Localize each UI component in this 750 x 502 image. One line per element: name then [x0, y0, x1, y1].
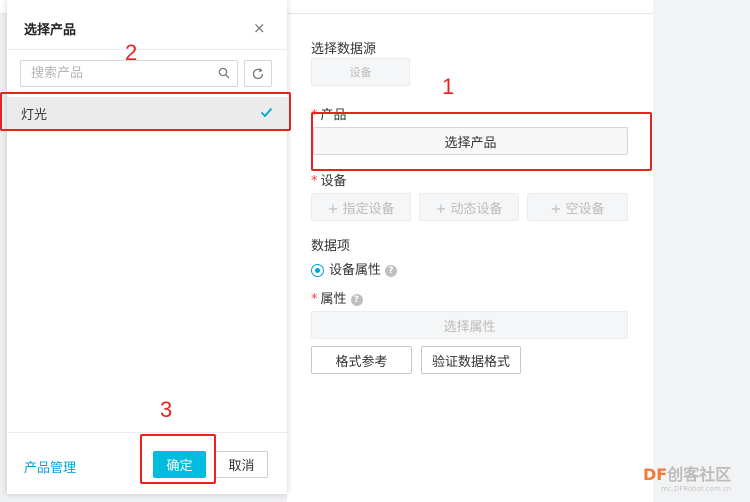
dynamic-device-button[interactable]: + 动态设备: [419, 193, 519, 221]
select-product-dialog: 选择产品 × 灯光 产品管理 确定 取消: [7, 0, 287, 494]
dfrobot-watermark: DF创客社区 mc.DFRobot.com.cn: [643, 461, 748, 499]
annotation-box-3: [140, 434, 216, 484]
close-icon[interactable]: ×: [253, 19, 266, 37]
format-reference-button[interactable]: 格式参考: [311, 346, 412, 374]
dialog-title: 选择产品: [24, 23, 77, 38]
annotation-step-2: 2: [125, 40, 138, 65]
data-item-label: 数据项: [311, 239, 351, 254]
watermark-df: DF: [643, 465, 668, 484]
refresh-icon: [252, 67, 264, 79]
right-gutter: [653, 0, 750, 502]
watermark-brand: DF创客社区: [643, 461, 731, 485]
help-icon[interactable]: ?: [350, 293, 363, 306]
search-icon[interactable]: [218, 67, 230, 83]
product-management-link[interactable]: 产品管理: [24, 457, 76, 476]
device-property-radio[interactable]: [311, 264, 324, 277]
annotation-step-1: 1: [442, 74, 455, 99]
config-panel: 选择数据源 设备 * 产品 选择产品 * 设备 + 指定设备 + 动态设备 + 空设…: [287, 14, 653, 502]
dialog-footer-divider: [7, 432, 287, 433]
validate-format-button[interactable]: 验证数据格式: [421, 346, 521, 374]
annotation-box-1: [311, 112, 652, 171]
annotation-step-3: 3: [160, 397, 173, 422]
dialog-divider: [7, 49, 287, 50]
refresh-button[interactable]: [244, 60, 272, 87]
watermark-community: 创客社区: [667, 465, 732, 484]
required-mark: *: [311, 174, 318, 189]
product-search-input[interactable]: [21, 61, 211, 86]
cancel-button[interactable]: 取消: [215, 451, 268, 478]
help-icon[interactable]: ?: [385, 264, 398, 277]
data-source-device-button[interactable]: 设备: [311, 58, 410, 86]
specify-device-button[interactable]: + 指定设备: [311, 193, 411, 221]
device-label: * 设备: [311, 174, 347, 189]
watermark-url: mc.DFRobot.com.cn: [661, 485, 732, 493]
select-property-button[interactable]: 选择属性: [311, 311, 628, 339]
property-label: * 属性?: [311, 288, 363, 307]
annotation-box-2: [0, 92, 291, 131]
data-item-radio-group[interactable]: 设备属性?: [311, 259, 398, 278]
data-source-label: 选择数据源: [311, 42, 377, 57]
device-property-label: 设备属性: [329, 263, 382, 278]
empty-device-button[interactable]: + 空设备: [527, 193, 628, 221]
required-mark: *: [311, 292, 318, 307]
